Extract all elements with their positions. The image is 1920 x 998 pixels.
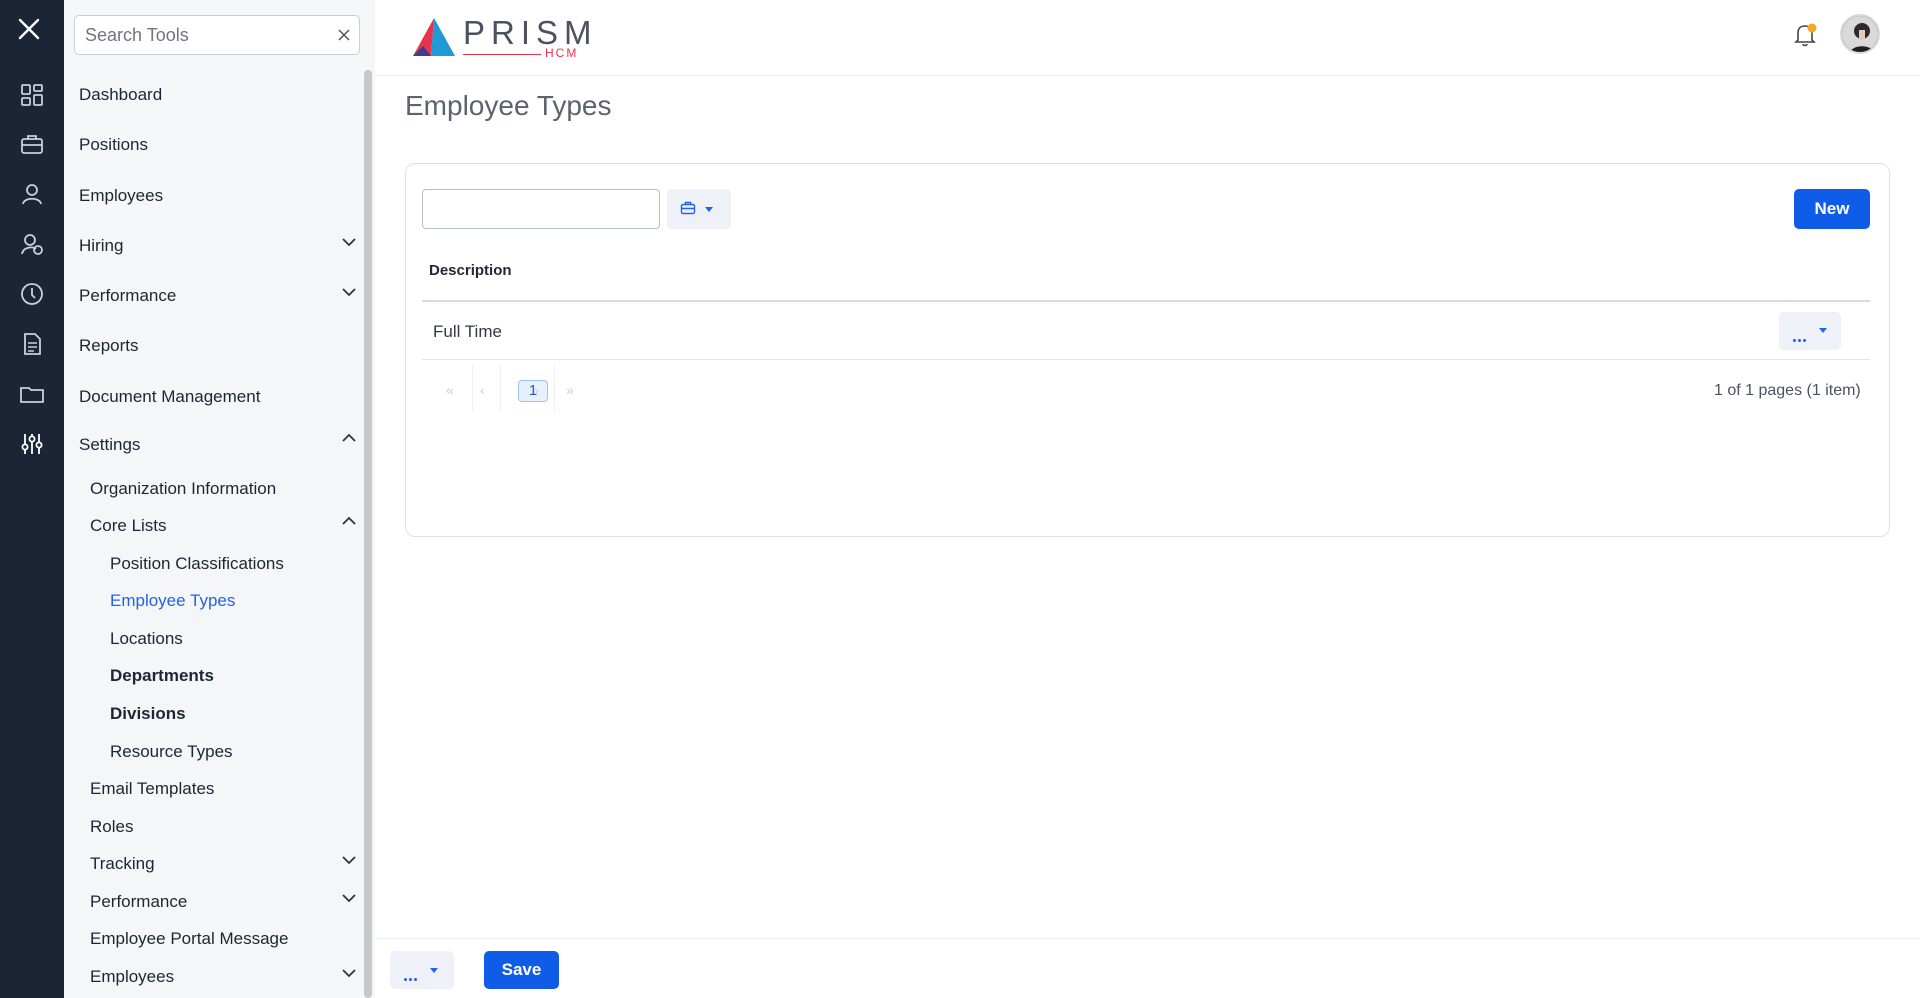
sidebar-item-reports[interactable]: Reports	[79, 335, 139, 357]
pager-first[interactable]: «	[446, 382, 454, 398]
column-header-description[interactable]: Description	[429, 262, 512, 279]
avatar-photo-icon	[1842, 16, 1878, 52]
hiring-icon[interactable]	[19, 231, 45, 257]
sidebar-item-settings-performance[interactable]: Performance	[90, 891, 187, 913]
sidebar-item-divisions[interactable]: Divisions	[110, 703, 186, 725]
caret-down-icon	[430, 968, 438, 973]
person-icon[interactable]	[19, 181, 45, 207]
reports-icon[interactable]	[19, 331, 45, 357]
sidebar-item-performance[interactable]: Performance	[79, 285, 176, 307]
pager-separator	[472, 364, 473, 412]
sidebar-item-settings-employees[interactable]: Employees	[90, 966, 174, 988]
close-icon[interactable]	[14, 14, 44, 44]
grid-search-input[interactable]	[422, 189, 660, 229]
sidebar-item-hiring[interactable]: Hiring	[79, 235, 123, 257]
search-box	[74, 15, 360, 55]
folder-icon[interactable]	[19, 381, 45, 407]
notification-bell-icon[interactable]	[1793, 22, 1817, 48]
footer-bar: Save	[375, 938, 1920, 998]
pager-last[interactable]: »	[566, 382, 574, 398]
sidebar-item-employees[interactable]: Employees	[79, 185, 163, 207]
footer-more-dropdown[interactable]	[390, 951, 454, 989]
search-input[interactable]	[85, 23, 315, 47]
table-row[interactable]: Full Time	[433, 322, 502, 342]
sidebar-item-dashboard[interactable]: Dashboard	[79, 84, 162, 106]
sidebar-item-position-classifications[interactable]: Position Classifications	[110, 553, 284, 575]
chevron-up-icon[interactable]	[341, 433, 357, 443]
page-title: Employee Types	[405, 90, 612, 121]
sidebar-item-settings[interactable]: Settings	[79, 434, 140, 456]
sidebar-item-core-lists[interactable]: Core Lists	[90, 515, 167, 537]
pager-next[interactable]: ›	[534, 382, 539, 398]
clear-search-icon[interactable]	[337, 28, 351, 42]
new-button[interactable]: New	[1794, 189, 1870, 229]
save-button[interactable]: Save	[484, 951, 559, 989]
header-divider	[422, 300, 1870, 302]
prism-hcm-logo[interactable]: PRISM HCM	[411, 14, 601, 60]
sidebar-item-document-management[interactable]: Document Management	[79, 386, 260, 408]
chevron-down-icon[interactable]	[341, 893, 357, 903]
sidebar-item-tracking[interactable]: Tracking	[90, 853, 155, 875]
chevron-down-icon[interactable]	[341, 968, 357, 978]
user-avatar[interactable]	[1840, 14, 1880, 54]
top-header: PRISM HCM	[375, 0, 1920, 76]
dashboard-icon[interactable]	[19, 82, 45, 108]
row-actions-dropdown[interactable]	[1779, 312, 1841, 350]
sidebar: Dashboard Positions Employees Hiring Per…	[64, 0, 375, 998]
icon-rail	[0, 0, 64, 998]
caret-down-icon	[705, 207, 713, 212]
sidebar-item-employee-types[interactable]: Employee Types	[110, 590, 235, 612]
briefcase-icon[interactable]	[19, 131, 45, 157]
sidebar-item-organization-information[interactable]: Organization Information	[90, 478, 276, 500]
performance-icon[interactable]	[19, 281, 45, 307]
sidebar-item-departments[interactable]: Departments	[110, 665, 214, 687]
sidebar-item-positions[interactable]: Positions	[79, 134, 148, 156]
chevron-down-icon[interactable]	[341, 855, 357, 865]
more-dots-icon	[1793, 329, 1808, 347]
pager-info: 1 of 1 pages (1 item)	[1714, 382, 1861, 399]
settings-sliders-icon[interactable]	[19, 431, 45, 457]
sidebar-item-locations[interactable]: Locations	[110, 628, 183, 650]
pager-separator	[500, 364, 501, 412]
sidebar-item-roles[interactable]: Roles	[90, 816, 133, 838]
employee-types-grid: New Description Full Time « ‹ 1 › » 1 of…	[405, 163, 1890, 537]
sidebar-item-email-templates[interactable]: Email Templates	[90, 778, 214, 800]
column-chooser-dropdown[interactable]	[667, 189, 731, 229]
caret-down-icon	[1819, 328, 1827, 333]
logo-underline	[463, 54, 541, 55]
pager: « ‹ 1 › »	[426, 364, 626, 414]
prism-logo-mark-icon	[413, 18, 455, 56]
pager-prev[interactable]: ‹	[480, 382, 485, 398]
logo-sub: HCM	[545, 46, 579, 60]
chevron-down-icon[interactable]	[341, 287, 357, 297]
sidebar-item-employee-portal-message[interactable]: Employee Portal Message	[90, 928, 288, 950]
chevron-up-icon[interactable]	[341, 516, 357, 526]
row-divider	[422, 359, 1870, 360]
briefcase-icon	[680, 201, 696, 215]
sidebar-item-resource-types[interactable]: Resource Types	[110, 741, 233, 763]
sidebar-scrollbar[interactable]	[364, 70, 372, 998]
more-dots-icon	[404, 968, 419, 986]
pager-separator	[554, 364, 555, 412]
pager-current-page[interactable]: 1	[518, 380, 548, 402]
chevron-down-icon[interactable]	[341, 237, 357, 247]
